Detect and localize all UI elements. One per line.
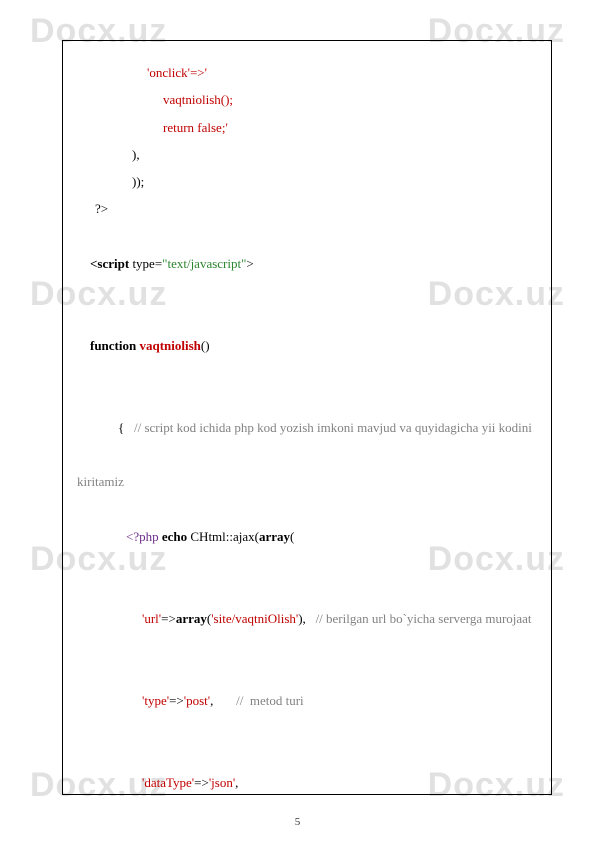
code-line: 'url'=>array('site/vaqtniOlish'), // ber… — [77, 578, 537, 660]
code-comment: kiritamiz — [77, 468, 537, 495]
code-string: 'json' — [209, 775, 235, 790]
code-line: )); — [77, 168, 537, 195]
code-key: 'type' — [142, 693, 169, 708]
code-string: 'post' — [184, 693, 210, 708]
code-string: 'site/vaqtniOlish' — [211, 611, 298, 626]
code-tag: <script — [90, 256, 129, 271]
code-content-box: 'onclick'=>' vaqtniolish(); return false… — [62, 40, 552, 795]
code-php-tag: <?php — [126, 529, 162, 544]
code-line: { // script kod ichida php kod yozish im… — [77, 387, 537, 469]
code-comment: // metod turi — [236, 693, 304, 708]
code-string: "text/javascript" — [162, 256, 246, 271]
code-line: function vaqtniolish() — [77, 305, 537, 387]
code-line: ), — [77, 141, 537, 168]
code-text: <script type="text/javascript"> — [90, 256, 254, 271]
page-number: 5 — [0, 816, 595, 828]
code-line: 'type'=>'post', // metod turi — [77, 660, 537, 742]
code-line: 'onclick'=>' — [77, 59, 537, 86]
code-key: 'dataType' — [142, 775, 194, 790]
code-comment: // berilgan url bo`yicha serverga muroja… — [316, 611, 532, 626]
code-line: <?php echo CHtml::ajax(array( — [77, 496, 537, 578]
code-keyword: array — [259, 529, 290, 544]
code-keyword: function — [90, 338, 136, 353]
code-line: 'dataType'=>'json', — [77, 741, 537, 795]
code-key: 'url' — [142, 611, 161, 626]
code-line: vaqtniolish(); — [77, 86, 537, 113]
code-keyword: array — [176, 611, 207, 626]
code-line: ?> — [77, 195, 537, 222]
code-line: return false;' — [77, 114, 537, 141]
code-line: <script type="text/javascript"> — [77, 223, 537, 305]
code-comment: // script kod ichida php kod yozish imko… — [134, 420, 532, 435]
code-fn-name: vaqtniolish — [136, 338, 201, 353]
code-keyword: echo — [162, 529, 187, 544]
